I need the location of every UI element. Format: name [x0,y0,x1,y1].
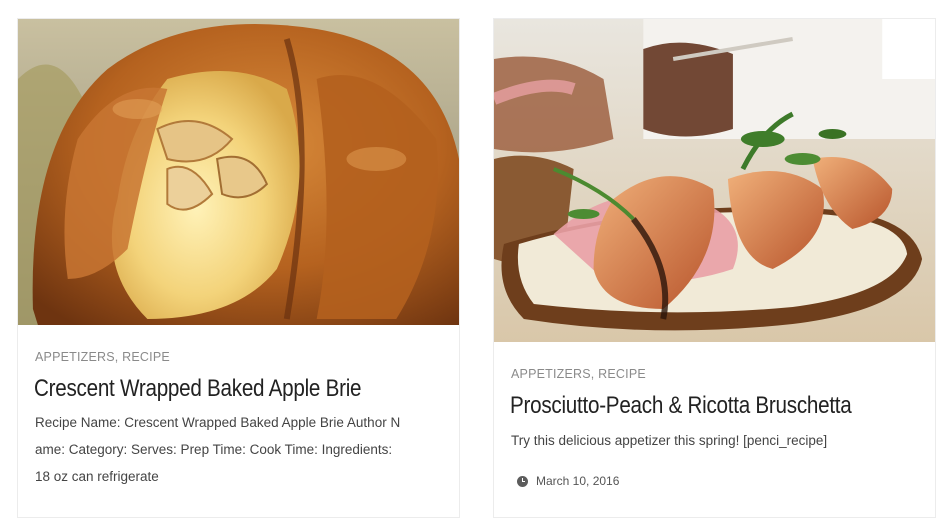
excerpt-line: 18 oz can refrigerate [35,469,159,484]
post-title-link[interactable]: Crescent Wrapped Baked Apple Brie [34,375,362,403]
post-thumbnail-link[interactable] [494,19,935,342]
category-link-appetizers[interactable]: APPETIZERS [511,367,591,381]
post-title-link[interactable]: Prosciutto-Peach & Ricotta Bruschetta [510,392,852,420]
clock-icon [517,475,528,487]
post-card: APPETIZERS, RECIPE Prosciutto-Peach & Ri… [493,18,936,518]
category-link-recipe[interactable]: RECIPE [122,350,170,364]
category-link-appetizers[interactable]: APPETIZERS [35,350,115,364]
baked-brie-image [18,19,459,325]
post-excerpt: Recipe Name: Crescent Wrapped Baked Appl… [35,409,443,490]
excerpt-line: ame: Category: Serves: Prep Time: Cook T… [35,442,393,457]
category-link-recipe[interactable]: RECIPE [598,367,646,381]
excerpt-line: Recipe Name: Crescent Wrapped Baked Appl… [35,415,401,430]
post-card: APPETIZERS, RECIPE Crescent Wrapped Bake… [17,18,460,518]
post-categories: APPETIZERS, RECIPE [511,367,646,381]
bruschetta-image [494,19,935,342]
post-excerpt: Try this delicious appetizer this spring… [511,433,828,448]
post-categories: APPETIZERS, RECIPE [35,350,170,364]
post-date: March 10, 2016 [517,474,619,488]
post-thumbnail-link[interactable] [18,19,459,325]
post-date-text: March 10, 2016 [536,474,620,488]
